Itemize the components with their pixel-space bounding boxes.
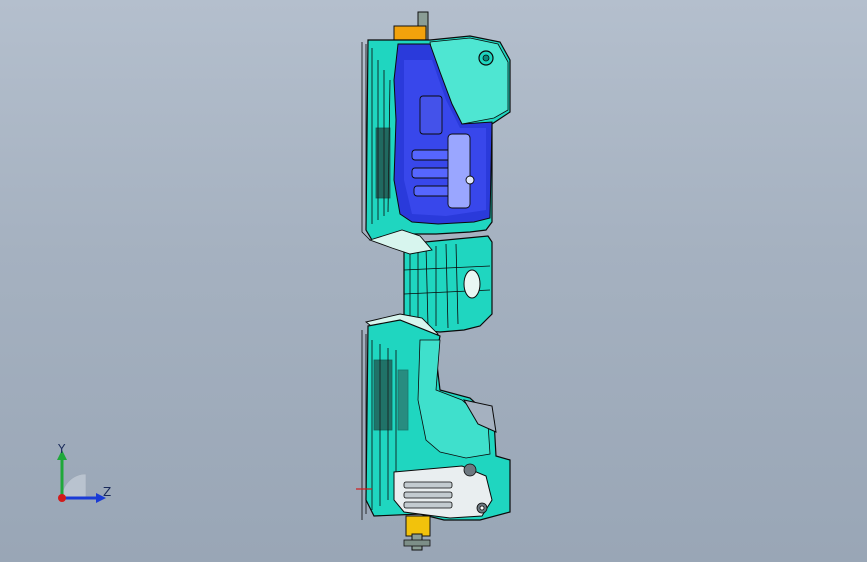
cad-viewport[interactable]: Y Z xyxy=(0,0,867,562)
coordinate-triad[interactable] xyxy=(44,440,124,520)
y-axis-label: Y xyxy=(58,442,66,456)
x-axis-icon xyxy=(58,494,66,502)
z-axis-label: Z xyxy=(103,485,112,499)
bottom-pin-base xyxy=(403,539,431,547)
lower-cavity-flange xyxy=(417,339,491,459)
mold-model[interactable] xyxy=(0,0,867,562)
bottom-orange-block xyxy=(405,515,431,537)
neck-slot xyxy=(463,269,481,299)
